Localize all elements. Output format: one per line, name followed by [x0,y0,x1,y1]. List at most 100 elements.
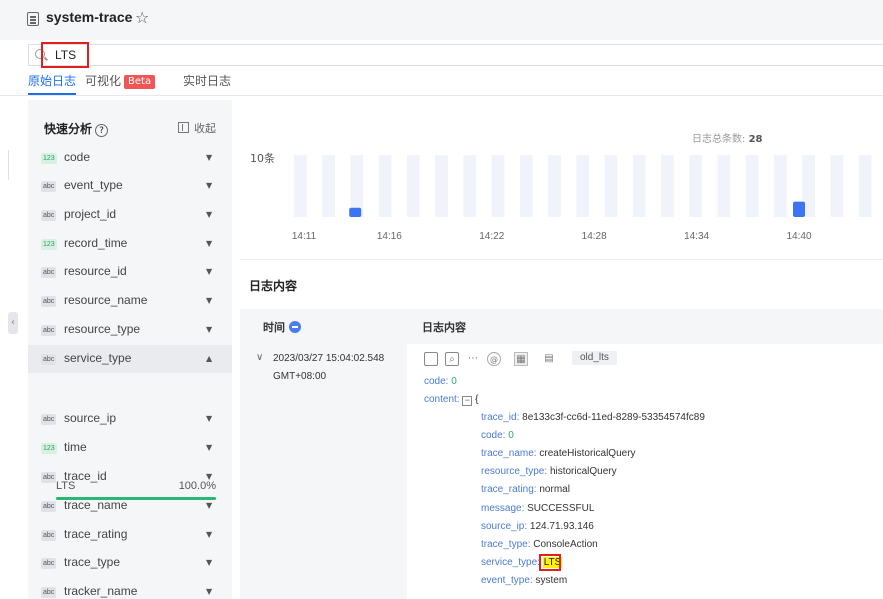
caret-down-icon[interactable]: ▼ [206,414,212,423]
histogram-slot[interactable] [661,155,674,217]
caret-down-icon[interactable]: ▼ [206,239,212,248]
field-name: time [64,440,87,454]
field-item-service-type[interactable]: abc service_type ▲ [28,345,232,373]
log-field-trace-rating: trace_rating: normal [481,484,570,495]
field-key: trace_type: [481,538,531,550]
caret-down-icon[interactable]: ▼ [206,267,212,276]
help-icon[interactable]: ? [95,124,109,137]
field-item-resource-name[interactable]: abc resource_name ▼ [28,287,232,315]
favorite-star-icon[interactable]: ☆ [135,8,149,27]
field-value[interactable]: ConsoleAction [533,539,597,550]
field-key: service_type: [481,556,540,568]
field-type-badge: 123 [41,239,57,250]
histogram-slot[interactable] [463,155,477,217]
tab-realtime-logs[interactable]: 实时日志 [183,72,231,89]
json-view-icon[interactable]: ▤ [542,352,556,366]
histogram-slot[interactable] [576,155,590,217]
histogram-slot[interactable] [745,155,759,217]
caret-down-icon[interactable]: ▼ [206,501,212,510]
x-tick-label: 14:28 [582,231,607,242]
caret-down-icon[interactable]: ▼ [206,558,212,567]
context-view-icon[interactable]: ⌕ [445,352,459,366]
field-key: code: [424,376,449,387]
histogram-slot[interactable] [294,155,307,217]
field-item-project-id[interactable]: abc project_id ▼ [28,201,232,229]
caret-down-icon[interactable]: ▼ [206,530,212,539]
histogram-slot[interactable] [858,155,872,217]
field-value[interactable]: 0 [508,430,514,441]
histogram-slot[interactable] [689,155,703,217]
histogram-slot[interactable] [350,155,364,217]
x-tick-label: 14:40 [786,231,811,242]
field-name: event_type [64,178,123,192]
more-icon[interactable]: ⋯ [466,352,480,366]
log-timestamp: 2023/03/27 15:04:02.548 [273,353,385,364]
field-item-trace-rating[interactable]: abc trace_rating ▼ [28,521,232,549]
field-value[interactable]: 8e133c3f-cc6d-11ed-8289-53354574fc89 [522,412,705,423]
tabs-divider [0,95,883,96]
tab-visualization[interactable]: 可视化 Beta [85,72,156,89]
field-item-tracker-name[interactable]: abc tracker_name ▼ [28,578,232,599]
field-value[interactable]: historicalQuery [550,466,617,477]
caret-up-icon[interactable]: ▲ [206,354,212,363]
field-item-code[interactable]: 123 code ▼ [28,144,232,172]
x-tick-label: 14:11 [292,231,317,242]
histogram-slot[interactable] [717,155,731,217]
caret-down-icon[interactable]: ▼ [206,443,212,452]
field-value[interactable]: 124.71.93.146 [530,521,594,532]
caret-down-icon[interactable]: ▼ [206,181,212,190]
field-item-resource-type[interactable]: abc resource_type ▼ [28,316,232,344]
field-value[interactable]: system [536,575,568,586]
log-table-header: 时间 日志内容 [240,309,883,344]
histogram-slot[interactable] [322,155,335,217]
link-icon[interactable]: @ [487,352,501,366]
histogram-slot[interactable] [406,155,420,217]
histogram-slot[interactable] [491,155,505,217]
field-item-resource-id[interactable]: abc resource_id ▼ [28,258,232,286]
field-item-time[interactable]: 123 time ▼ [28,434,232,462]
histogram-slot[interactable] [519,155,533,217]
histogram-slot[interactable] [830,155,844,217]
histogram-slot[interactable] [604,155,618,217]
histogram-slot[interactable] [548,155,561,217]
time-column-header[interactable]: 时间 [263,319,301,335]
caret-down-icon[interactable]: ▼ [206,587,212,596]
field-item-event-type[interactable]: abc event_type ▼ [28,172,232,200]
field-key: resource_type: [481,466,548,478]
fold-toggle-icon[interactable]: − [462,396,473,406]
copy-icon[interactable] [424,352,438,366]
collapse-label: 收起 [194,122,216,135]
collapse-button[interactable]: 收起 [178,120,216,136]
histogram-slot[interactable] [774,155,787,217]
field-value[interactable]: SUCCESSFUL [527,503,594,514]
histogram-slot[interactable] [632,155,646,217]
caret-down-icon[interactable]: ▼ [206,296,212,305]
field-item-record-time[interactable]: 123 record_time ▼ [28,230,232,258]
field-name: tracker_name [64,584,138,598]
search-bar[interactable]: LTS [28,42,883,68]
field-type-badge: abc [41,296,57,307]
highlighted-match[interactable]: LTS [538,553,563,571]
histogram-slot[interactable] [435,155,448,217]
caret-down-icon[interactable]: ▼ [206,210,212,219]
search-query-text[interactable]: LTS [55,48,76,62]
table-view-icon[interactable]: ▦ [514,352,528,366]
field-item-source-ip[interactable]: abc source_ip ▼ [28,405,232,433]
caret-down-icon[interactable]: ▼ [206,325,212,334]
sort-icon[interactable] [289,321,301,333]
histogram-bar[interactable] [349,207,362,217]
field-value[interactable]: normal [539,484,570,495]
tab-raw-logs[interactable]: 原始日志 [28,72,77,95]
field-type-badge: 123 [41,443,57,454]
stat-value: LTS [56,480,76,492]
caret-down-icon[interactable]: ▼ [206,153,212,162]
expand-row-chevron-icon[interactable]: ∨ [256,352,263,363]
histogram-chart[interactable]: 14:1114:1614:2214:2814:3414:4014:46 [240,100,883,260]
field-value[interactable]: createHistoricalQuery [539,448,635,459]
sidebar-toggle-handle[interactable]: ‹ [8,312,18,334]
histogram-bar[interactable] [793,201,805,217]
field-key: event_type: [481,574,533,586]
field-key: trace_id: [481,412,520,423]
field-item-trace-type[interactable]: abc trace_type ▼ [28,549,232,577]
histogram-slot[interactable] [378,155,392,217]
